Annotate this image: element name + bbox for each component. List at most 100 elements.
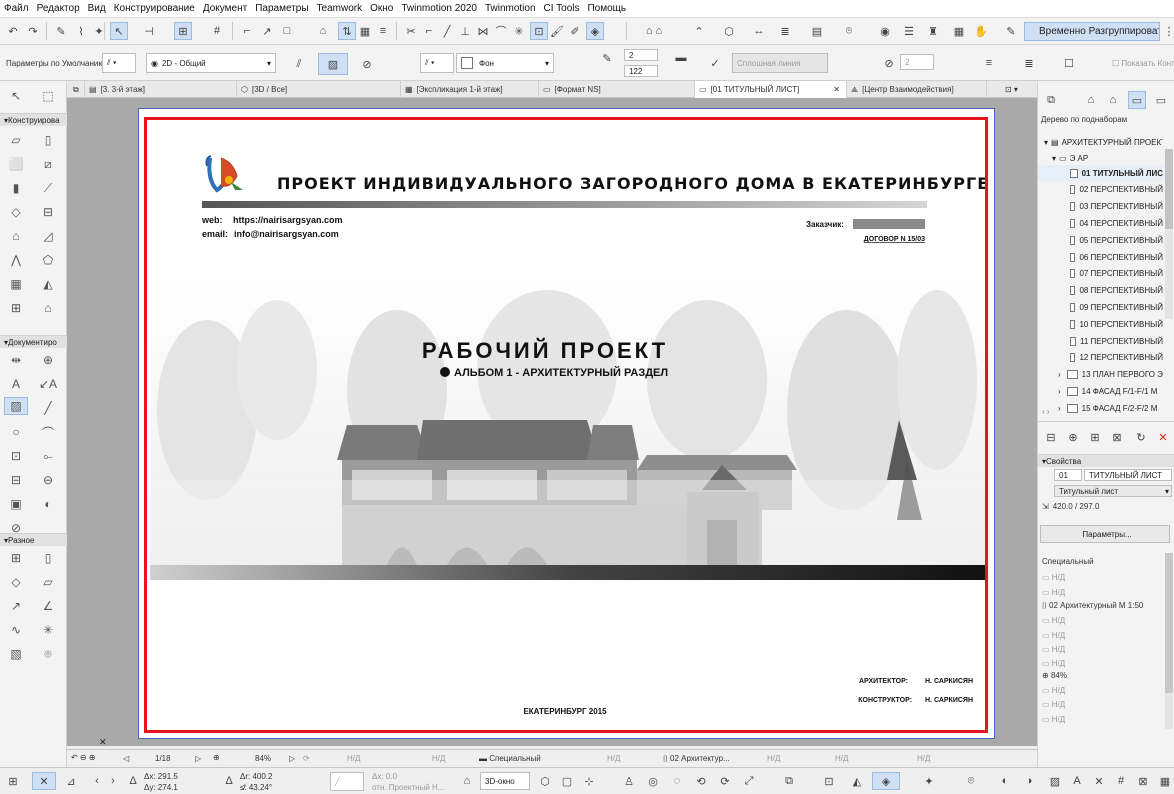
camera-bottom-icon[interactable]: ⌾	[962, 772, 980, 790]
tab-collaboration[interactable]: ⟁ [Центр Взаимодействия]	[847, 81, 987, 98]
close-sheet-icon[interactable]: ✕	[99, 737, 107, 748]
suspend-groups-icon[interactable]: ⌐	[238, 22, 256, 40]
nd-row-9[interactable]: ▭ Н/Д	[1042, 715, 1065, 724]
grid-icon[interactable]: #	[208, 22, 226, 40]
morph-tool-icon[interactable]: ⬠	[38, 251, 58, 269]
nd-row-1[interactable]: ▭ Н/Д	[1042, 573, 1065, 582]
hatch-icon[interactable]: ⫽	[290, 55, 308, 73]
next-page-icon[interactable]: ▷	[195, 754, 201, 763]
delta-icon[interactable]: Δ	[124, 772, 142, 790]
sun-icon[interactable]: ◐	[996, 772, 1014, 790]
menu-window[interactable]: Окно	[370, 3, 393, 14]
frame-view-icon[interactable]: ⊡	[820, 772, 838, 790]
nd-row-7[interactable]: ▭ Н/Д	[1042, 686, 1065, 695]
arch-status[interactable]: ⌷ 02 Архитектур...	[663, 754, 730, 764]
tab-navigator-icon[interactable]: ⧉	[69, 81, 85, 98]
tilt-icon[interactable]: ⤢	[740, 772, 758, 790]
pen-swatch-icon[interactable]: ▬	[672, 49, 690, 67]
square-icon[interactable]: □	[278, 22, 296, 40]
prev-page-icon[interactable]: ◁	[123, 754, 129, 763]
layer-icon[interactable]: ☰	[900, 22, 918, 40]
orbit-icon[interactable]: ⟳	[303, 754, 310, 763]
circle-icon[interactable]: ○	[6, 423, 26, 441]
sheet-name-field[interactable]: ТИТУЛЬНЫЙ ЛИСТ	[1084, 469, 1172, 481]
syringe-icon[interactable]: ⌇	[72, 22, 90, 40]
refresh-icon[interactable]: ↻	[1132, 428, 1150, 446]
fill-pattern-selector[interactable]: ⫽ ▾	[420, 53, 454, 73]
redo-icon[interactable]: ↷	[24, 22, 42, 40]
detail-icon[interactable]: ⊖	[38, 471, 58, 489]
tree-item-layout[interactable]: 09 ПЕРСПЕКТИВНЫЙ	[1038, 299, 1163, 315]
special-status[interactable]: ▬ Специальный	[479, 754, 541, 763]
tab-floor-3[interactable]: ▤ [3. 3-й этаж]	[85, 81, 237, 98]
polar-icon[interactable]: Δ	[220, 772, 238, 790]
wall-end-icon[interactable]: ▯	[38, 549, 58, 567]
angle-dimension-icon[interactable]: ∠	[38, 597, 58, 615]
params-button[interactable]: Параметры...	[1040, 525, 1170, 543]
lock-icon[interactable]: ⌂	[314, 22, 332, 40]
fill-tool-icon[interactable]: ▨	[4, 397, 28, 415]
toolbar-overflow-icon[interactable]: ⋮	[1160, 22, 1174, 40]
table-bottom-icon[interactable]: ▦	[1156, 772, 1174, 790]
nd-row-4[interactable]: ▭ Н/Д	[1042, 631, 1065, 640]
scissors-icon[interactable]: ✂	[402, 22, 420, 40]
paint-bucket-icon[interactable]: ◭	[848, 772, 866, 790]
hat-icon[interactable]: ♜	[924, 22, 942, 40]
object-icon[interactable]: ◭	[38, 275, 58, 293]
box-icon[interactable]: ▢	[558, 772, 576, 790]
zoom-icon[interactable]: ⊕	[213, 753, 220, 762]
frame-icon[interactable]: ☐	[1060, 54, 1078, 72]
slab-icon[interactable]: ◇	[6, 203, 26, 221]
line-preview[interactable]: ╱	[330, 772, 364, 791]
pen-weight-field[interactable]: 2	[900, 54, 934, 70]
look-icon[interactable]: ◎	[644, 772, 662, 790]
nd-row-3[interactable]: ▭ Н/Д	[1042, 616, 1065, 625]
zoom-level[interactable]: 84%	[255, 754, 271, 763]
axis-icon[interactable]: ⊹	[580, 772, 598, 790]
pen-weight-icon[interactable]: ⊘	[880, 54, 898, 72]
menu-twinmotion-2020[interactable]: Twinmotion 2020	[401, 3, 477, 14]
regroup-button[interactable]: Временно Разгруппировать	[1024, 22, 1160, 41]
pen-number-1[interactable]: 2	[624, 49, 658, 61]
render-icon[interactable]: ◈	[872, 772, 900, 790]
fill-bottom-icon[interactable]: ▨	[1046, 772, 1064, 790]
spline-icon[interactable]: ∿	[6, 621, 26, 639]
text-icon[interactable]: A	[6, 375, 26, 393]
distribute-icon[interactable]: ≣	[1020, 54, 1038, 72]
arrow-tool-icon[interactable]: ↖	[110, 22, 128, 40]
tree-hscroll[interactable]: ‹ ›	[1038, 407, 1174, 417]
roof-icon[interactable]: ⌃	[690, 22, 708, 40]
polyline-icon[interactable]: ⌒	[38, 423, 58, 441]
tree-item-layout[interactable]: 10 ПЕРСПЕКТИВНЫЙ	[1038, 316, 1163, 332]
guide-line-icon[interactable]: ⊣	[140, 22, 158, 40]
nd-row-2[interactable]: ▭ Н/Д	[1042, 588, 1065, 597]
view-selector[interactable]: ◉ 2D - Общий ▾	[146, 53, 276, 73]
eyedropper-icon[interactable]: ✎	[52, 22, 70, 40]
tree-scrollbar[interactable]	[1165, 149, 1173, 319]
mesh-icon[interactable]: ⋀	[6, 251, 26, 269]
tree-item-layout[interactable]: 06 ПЕРСПЕКТИВНЫЙ	[1038, 249, 1163, 265]
menu-options[interactable]: Параметры	[255, 3, 308, 14]
menu-edit[interactable]: Редактор	[37, 3, 80, 14]
tree-item-layout[interactable]: 03 ПЕРСПЕКТИВНЫЙ	[1038, 199, 1163, 215]
menu-file[interactable]: Файл	[4, 3, 29, 14]
tree-item-layout[interactable]: 07 ПЕРСПЕКТИВНЫЙ	[1038, 266, 1163, 282]
toolbox-construction-header[interactable]: ▾ Конструирова	[0, 113, 67, 126]
publisher-icon[interactable]: ▭	[1152, 91, 1170, 109]
new-subset-icon[interactable]: ⊕	[1064, 428, 1082, 446]
text-bottom-icon[interactable]: A	[1068, 772, 1086, 790]
pen-icon[interactable]: ↗	[258, 22, 276, 40]
menu-ci-tools[interactable]: CI Tools	[544, 3, 580, 14]
delete-icon[interactable]: ✕	[1154, 428, 1172, 446]
shadow-icon[interactable]: ◑	[1020, 772, 1038, 790]
grid-tool-icon[interactable]: ⊞	[6, 549, 26, 567]
window-icon[interactable]: ⧄	[38, 155, 58, 173]
snap-icon[interactable]: ⊞	[174, 22, 192, 40]
align-icon[interactable]: ≡	[980, 54, 998, 72]
pen-number-2[interactable]: 122	[624, 65, 658, 77]
3d-window-button[interactable]: 3D-окно	[480, 772, 530, 790]
camera-tool-icon[interactable]: ⌾	[38, 645, 58, 663]
arrow-select-icon[interactable]: ↖	[6, 87, 26, 105]
save-view-icon[interactable]: ⊠	[1108, 428, 1126, 446]
sheet-number-field[interactable]: 01	[1054, 469, 1082, 481]
